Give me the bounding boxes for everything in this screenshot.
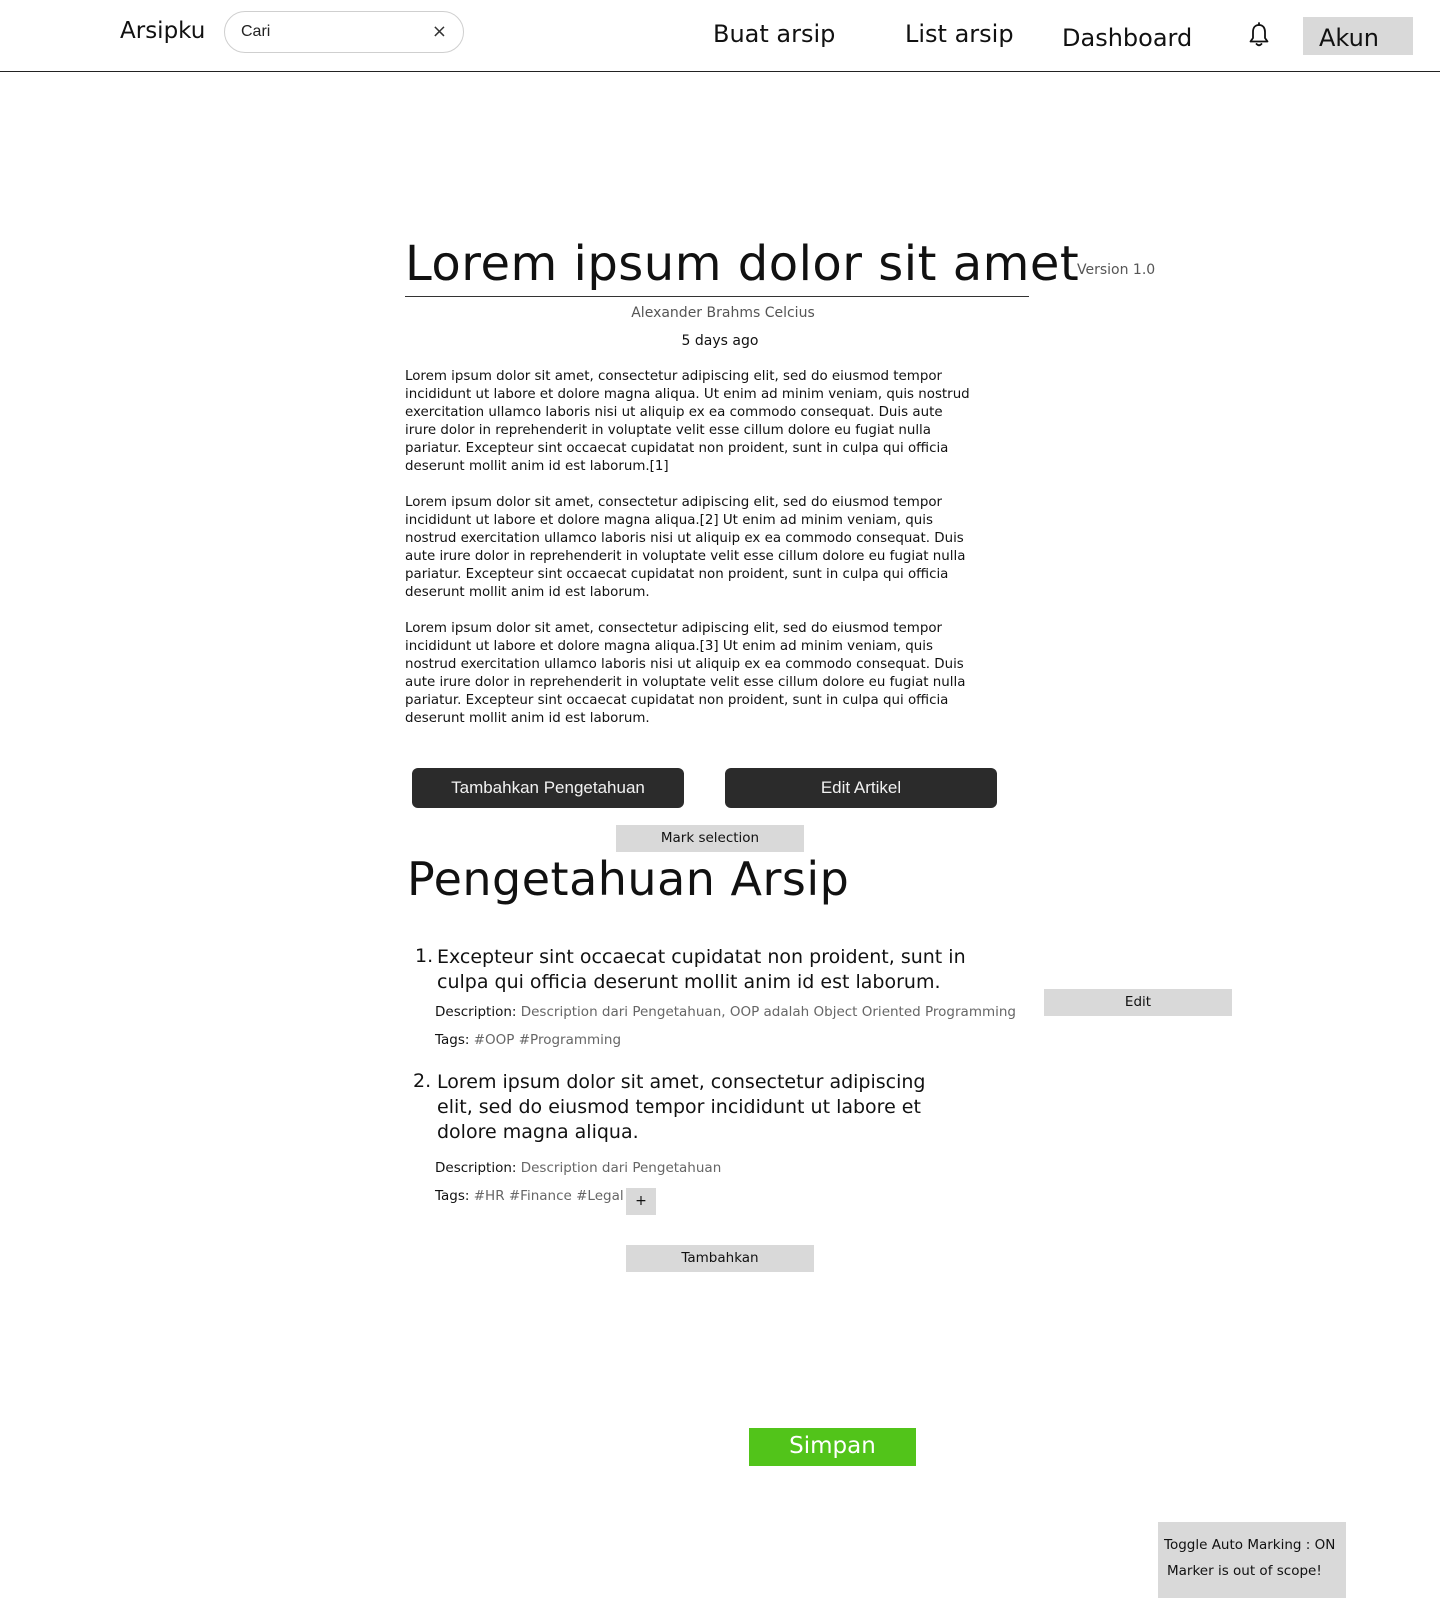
tags-label: Tags: bbox=[435, 1188, 470, 1204]
brand-logo[interactable]: Arsipku bbox=[120, 18, 205, 44]
tags-value: #HR #Finance #Legal bbox=[473, 1188, 624, 1204]
edit-knowledge-button[interactable]: Edit bbox=[1044, 989, 1232, 1016]
knowledge-item-tags: Tags: #HR #Finance #Legal bbox=[435, 1188, 624, 1204]
title-underline bbox=[405, 296, 1029, 297]
author-name: Alexander Brahms Celcius bbox=[631, 305, 815, 321]
nav-list-archive[interactable]: List arsip bbox=[905, 20, 1014, 48]
knowledge-item-description: Description: Description dari Pengetahua… bbox=[435, 1004, 1016, 1020]
tags-value: #OOP #Programming bbox=[473, 1032, 622, 1048]
knowledge-section-title: Pengetahuan Arsip bbox=[407, 852, 850, 906]
version-label: Version 1.0 bbox=[1077, 262, 1156, 278]
bell-icon[interactable] bbox=[1247, 22, 1271, 48]
mark-selection-button[interactable]: Mark selection bbox=[616, 825, 804, 852]
auto-marking-toggle[interactable]: Toggle Auto Marking : ON bbox=[1164, 1537, 1335, 1553]
search-input[interactable] bbox=[241, 21, 421, 43]
description-value: Description dari Pengetahuan, OOP adalah… bbox=[520, 1004, 1016, 1020]
search-box[interactable]: × bbox=[224, 11, 464, 53]
add-tag-button[interactable]: + bbox=[626, 1188, 656, 1215]
nav-dashboard[interactable]: Dashboard bbox=[1062, 24, 1192, 52]
edit-article-button[interactable]: Edit Artikel bbox=[725, 768, 997, 808]
published-time: 5 days ago bbox=[681, 333, 759, 349]
tags-label: Tags: bbox=[435, 1032, 470, 1048]
description-label: Description: bbox=[435, 1004, 517, 1020]
knowledge-item-tags: Tags: #OOP #Programming bbox=[435, 1032, 621, 1048]
article-paragraph: Lorem ipsum dolor sit amet, consectetur … bbox=[405, 369, 970, 474]
save-button[interactable]: Simpan bbox=[749, 1428, 916, 1466]
knowledge-item-text: Excepteur sint occaecat cupidatat non pr… bbox=[437, 946, 966, 993]
marker-scope-note: Marker is out of scope! bbox=[1167, 1563, 1322, 1579]
article-paragraph: Lorem ipsum dolor sit amet, consectetur … bbox=[405, 495, 966, 600]
top-navigation-bar: Arsipku × Buat arsip List arsip Dashboar… bbox=[0, 0, 1440, 72]
clear-search-icon[interactable]: × bbox=[432, 21, 447, 43]
article-paragraph: Lorem ipsum dolor sit amet, consectetur … bbox=[405, 621, 966, 726]
description-label: Description: bbox=[435, 1160, 517, 1176]
article-title: Lorem ipsum dolor sit amet bbox=[405, 236, 1080, 292]
knowledge-item-number: 2. bbox=[413, 1070, 432, 1092]
knowledge-item-description: Description: Description dari Pengetahua… bbox=[435, 1160, 721, 1176]
account-button[interactable]: Akun bbox=[1303, 17, 1413, 55]
add-knowledge-item-button[interactable]: Tambahkan bbox=[626, 1245, 814, 1272]
nav-create-archive[interactable]: Buat arsip bbox=[713, 20, 835, 48]
auto-marking-panel bbox=[1158, 1522, 1346, 1598]
knowledge-item-text: Lorem ipsum dolor sit amet, consectetur … bbox=[437, 1071, 926, 1143]
description-value: Description dari Pengetahuan bbox=[520, 1160, 722, 1176]
add-knowledge-button[interactable]: Tambahkan Pengetahuan bbox=[412, 768, 684, 808]
knowledge-item-number: 1. bbox=[415, 945, 434, 967]
